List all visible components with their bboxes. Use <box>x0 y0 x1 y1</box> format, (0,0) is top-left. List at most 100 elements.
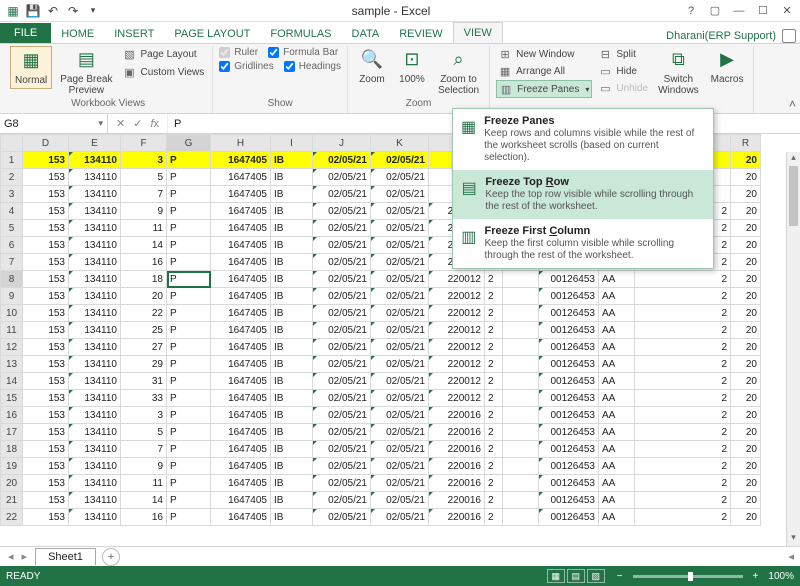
row-header[interactable]: 21 <box>1 492 23 509</box>
avatar-icon[interactable] <box>782 29 796 43</box>
fx-icon[interactable]: fx <box>150 118 159 130</box>
zoom-level[interactable]: 100% <box>768 571 794 582</box>
freeze-first-col-icon: ▥ <box>461 225 477 249</box>
row-header[interactable]: 16 <box>1 407 23 424</box>
enter-formula-icon[interactable]: ✓ <box>133 117 142 130</box>
ribbon-options-icon[interactable]: ▢ <box>704 2 726 20</box>
gridlines-checkbox[interactable]: Gridlines <box>219 60 273 73</box>
arrange-icon: ▦ <box>498 64 512 78</box>
col-header[interactable]: R <box>731 135 761 152</box>
ribbon: ▦Normal ▤Page Break Preview ▧Page Layout… <box>0 44 800 114</box>
tab-data[interactable]: DATA <box>342 24 390 43</box>
row-header[interactable]: 19 <box>1 458 23 475</box>
zoom-slider[interactable] <box>633 575 743 578</box>
undo-icon[interactable]: ↶ <box>44 2 62 20</box>
arrange-button[interactable]: ▦Arrange All <box>496 63 592 79</box>
col-header[interactable]: I <box>271 135 313 152</box>
pagelayout-button[interactable]: ▧Page Layout <box>121 46 207 62</box>
row-header[interactable]: 3 <box>1 186 23 203</box>
cancel-formula-icon[interactable]: ✕ <box>116 117 125 130</box>
hscroll-left-icon[interactable]: ◂ <box>788 551 794 563</box>
col-header[interactable]: K <box>371 135 429 152</box>
row-header[interactable]: 13 <box>1 356 23 373</box>
col-header[interactable]: G <box>167 135 211 152</box>
row-header[interactable]: 2 <box>1 169 23 186</box>
freeze-top-row-item[interactable]: ▤ Freeze Top RowKeep the top row visible… <box>453 170 713 219</box>
zoom-to-sel-button[interactable]: ⌕Zoom to Selection <box>434 46 483 98</box>
zoom-out-icon[interactable]: − <box>613 571 627 582</box>
row-header[interactable]: 10 <box>1 305 23 322</box>
row-header[interactable]: 18 <box>1 441 23 458</box>
row-header[interactable]: 1 <box>1 152 23 169</box>
redo-icon[interactable]: ↷ <box>64 2 82 20</box>
row-header[interactable]: 7 <box>1 254 23 271</box>
collapse-ribbon-icon[interactable]: ˄ <box>789 97 796 111</box>
tab-insert[interactable]: INSERT <box>104 24 164 43</box>
newwindow-icon: ⊞ <box>498 47 512 61</box>
sheet-nav-prev-icon[interactable]: ◂ <box>8 550 14 563</box>
help-icon[interactable]: ? <box>680 2 702 20</box>
name-box[interactable]: G8▾ <box>0 114 108 133</box>
col-header[interactable]: D <box>23 135 69 152</box>
add-sheet-icon[interactable]: + <box>102 548 120 566</box>
tab-page-layout[interactable]: PAGE LAYOUT <box>164 24 260 43</box>
row-header[interactable]: 8 <box>1 271 23 288</box>
window-title: sample - Excel <box>102 4 680 18</box>
hide-button[interactable]: ▭Hide <box>596 63 650 79</box>
tab-review[interactable]: REVIEW <box>389 24 452 43</box>
zoom-button[interactable]: 🔍Zoom <box>354 46 390 87</box>
newwindow-button[interactable]: ⊞New Window <box>496 46 592 62</box>
row-header[interactable]: 6 <box>1 237 23 254</box>
normal-view-button[interactable]: ▦Normal <box>10 46 52 89</box>
pagelayout-view-icon[interactable]: ▤ <box>567 569 585 583</box>
row-header[interactable]: 11 <box>1 322 23 339</box>
customviews-button[interactable]: ▣Custom Views <box>121 64 207 80</box>
row-header[interactable]: 5 <box>1 220 23 237</box>
minimize-icon[interactable]: — <box>728 2 750 20</box>
row-header[interactable]: 15 <box>1 390 23 407</box>
namebox-dropdown-icon[interactable]: ▾ <box>98 118 103 129</box>
headings-checkbox[interactable]: Headings <box>284 60 341 73</box>
row-header[interactable]: 20 <box>1 475 23 492</box>
split-button[interactable]: ⊟Split <box>596 46 650 62</box>
zoom100-button[interactable]: ⊡100% <box>394 46 430 87</box>
freeze-first-column-item[interactable]: ▥ Freeze First ColumnKeep the first colu… <box>453 219 713 268</box>
macros-button[interactable]: ▶Macros <box>707 46 748 87</box>
tab-view[interactable]: VIEW <box>453 22 503 43</box>
row-header[interactable]: 22 <box>1 509 23 526</box>
zoomtosel-icon: ⌕ <box>445 48 473 72</box>
row-header[interactable]: 9 <box>1 288 23 305</box>
row-header[interactable]: 12 <box>1 339 23 356</box>
sheet-nav-next-icon[interactable]: ▸ <box>22 550 28 563</box>
macros-icon: ▶ <box>713 48 741 72</box>
col-header[interactable]: H <box>211 135 271 152</box>
pagebreak-view-icon[interactable]: ▧ <box>587 569 605 583</box>
tab-file[interactable]: FILE <box>0 23 51 43</box>
scroll-up-icon[interactable]: ▴ <box>787 152 800 166</box>
vertical-scrollbar[interactable]: ▴ ▾ <box>786 152 800 546</box>
tab-home[interactable]: HOME <box>51 24 104 43</box>
qat-customize-icon[interactable]: ▾ <box>84 2 102 20</box>
tab-formulas[interactable]: FORMULAS <box>260 24 341 43</box>
freeze-panes-button[interactable]: ▥Freeze Panes▾ <box>496 80 592 98</box>
zoom-in-icon[interactable]: + <box>749 571 763 582</box>
row-header[interactable]: 14 <box>1 373 23 390</box>
ruler-checkbox[interactable]: Ruler <box>219 46 258 59</box>
sheet-tab[interactable]: Sheet1 <box>35 548 96 565</box>
col-header[interactable]: E <box>69 135 121 152</box>
col-header[interactable]: J <box>313 135 371 152</box>
freeze-panes-item[interactable]: ▦ Freeze PanesKeep rows and columns visi… <box>453 109 713 170</box>
user-name[interactable]: Dharani(ERP Support) <box>666 30 776 42</box>
normal-view-icon[interactable]: ▦ <box>547 569 565 583</box>
formulabar-checkbox[interactable]: Formula Bar <box>268 46 338 59</box>
scroll-down-icon[interactable]: ▾ <box>787 532 800 546</box>
col-header[interactable]: F <box>121 135 167 152</box>
maximize-icon[interactable]: ☐ <box>752 2 774 20</box>
save-icon[interactable]: 💾 <box>24 2 42 20</box>
close-icon[interactable]: ✕ <box>776 2 798 20</box>
switch-windows-button[interactable]: ⧉Switch Windows <box>654 46 703 98</box>
row-header[interactable]: 4 <box>1 203 23 220</box>
scroll-thumb[interactable] <box>789 166 798 226</box>
row-header[interactable]: 17 <box>1 424 23 441</box>
pagebreak-button[interactable]: ▤Page Break Preview <box>56 46 116 98</box>
